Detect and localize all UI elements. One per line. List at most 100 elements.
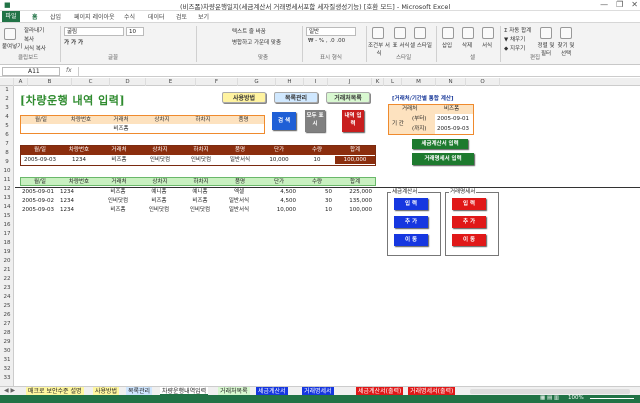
row-header-3[interactable]: 3 (0, 104, 14, 113)
row-header-33[interactable]: 33 (0, 374, 14, 383)
row-header-26[interactable]: 26 (0, 311, 14, 320)
row-header-10[interactable]: 10 (0, 167, 14, 176)
show-all-button[interactable]: 모두 표시 (305, 110, 325, 132)
row-header-12[interactable]: 12 (0, 185, 14, 194)
bold-icon[interactable]: 가 가 가 (64, 38, 83, 46)
tab-scroll-icon[interactable]: ◀ ▶ (4, 387, 15, 394)
insert-cells-icon[interactable] (442, 27, 454, 39)
list-management-button[interactable]: 목록관리 (274, 92, 318, 103)
close-icon[interactable]: ✕ (631, 0, 638, 9)
horizontal-scrollbar[interactable] (470, 389, 630, 394)
tax-input-button[interactable]: 입 력 (394, 198, 428, 210)
fill-button[interactable]: ▼ 채우기 (504, 35, 525, 43)
row-header-28[interactable]: 28 (0, 329, 14, 338)
column-header-E[interactable]: E (146, 78, 196, 86)
tax-move-button[interactable]: 이 동 (394, 234, 428, 246)
copy-button[interactable]: 복사 (24, 35, 34, 43)
row-header-14[interactable]: 14 (0, 203, 14, 212)
cut-button[interactable]: 잘라내기 (24, 26, 44, 34)
column-header-O[interactable]: O (466, 78, 500, 86)
row-header-2[interactable]: 2 (0, 95, 14, 104)
row-header-21[interactable]: 21 (0, 266, 14, 275)
tab-data[interactable]: 데이터 (148, 12, 165, 21)
font-size-select[interactable]: 10 (126, 27, 144, 36)
client-value[interactable]: 비즈폼 (444, 105, 459, 113)
sort-filter-icon[interactable] (540, 27, 552, 39)
from-date-value[interactable]: 2005-09-01 (437, 115, 469, 123)
trade-list-button[interactable]: 거래처목록 (326, 92, 370, 103)
row-header-15[interactable]: 15 (0, 212, 14, 221)
paste-button[interactable]: 붙여넣기 (2, 42, 22, 50)
paste-icon[interactable] (4, 28, 16, 40)
trade-add-button[interactable]: 추 가 (452, 216, 486, 228)
column-header-I[interactable]: I (304, 78, 328, 86)
fx-icon[interactable]: fx (66, 67, 72, 74)
tax-invoice-input-button[interactable]: 세금계산서 입력 (412, 139, 468, 149)
column-header-K[interactable]: K (372, 78, 384, 86)
row-header-4[interactable]: 4 (0, 113, 14, 122)
table-row[interactable]: 2005-09-03 1234 비즈폼 인비닷컴 인비닷컴 일반서식 10,000 10 100… (20, 206, 376, 215)
column-header-J[interactable]: J (328, 78, 372, 86)
name-box[interactable]: A11 (2, 67, 60, 76)
table-format-button[interactable]: 표 서식 (392, 41, 410, 49)
cell-styles-button[interactable]: 셀 스타일 (410, 41, 432, 49)
row-header-32[interactable]: 32 (0, 365, 14, 374)
insert-cells-button[interactable]: 삽입 (442, 41, 452, 49)
row-header-5[interactable]: 5 (0, 122, 14, 131)
row-header-31[interactable]: 31 (0, 356, 14, 365)
tab-home[interactable]: 홈 (32, 12, 38, 21)
delete-cells-button[interactable]: 삭제 (462, 41, 472, 49)
usage-button[interactable]: 사용방법 (222, 92, 266, 103)
row-header-11[interactable]: 11 (0, 176, 14, 185)
tab-file[interactable]: 파일 (2, 11, 20, 22)
column-header-N[interactable]: N (436, 78, 466, 86)
number-format-select[interactable]: 일반 (306, 27, 356, 36)
zoom-slider[interactable] (590, 398, 634, 399)
row-header-24[interactable]: 24 (0, 293, 14, 302)
row-header-7[interactable]: 7 (0, 140, 14, 149)
tax-add-button[interactable]: 추 가 (394, 216, 428, 228)
table-row[interactable]: 2005-09-01 1234 비즈폼 예니폼 예니폼 엑셀 4,500 50 225,000 (20, 188, 376, 197)
column-header-D[interactable]: D (110, 78, 146, 86)
trade-input-button[interactable]: 입 력 (452, 198, 486, 210)
column-header-L[interactable]: L (384, 78, 402, 86)
trade-move-button[interactable]: 이 동 (452, 234, 486, 246)
row-header-8[interactable]: 8 (0, 149, 14, 158)
to-date-value[interactable]: 2005-09-03 (437, 125, 469, 133)
restore-icon[interactable]: ❐ (616, 0, 623, 9)
tab-page-layout[interactable]: 페이지 레이아웃 (74, 12, 115, 21)
find-select-icon[interactable] (560, 27, 572, 39)
autosum-button[interactable]: Σ 자동 합계 (504, 26, 531, 34)
column-header-H[interactable]: H (276, 78, 304, 86)
cell-styles-icon[interactable] (414, 27, 426, 39)
tab-review[interactable]: 검토 (176, 12, 187, 21)
row-header-25[interactable]: 25 (0, 302, 14, 311)
column-header-M[interactable]: M (402, 78, 436, 86)
column-header-B[interactable]: B (28, 78, 72, 86)
row-header-23[interactable]: 23 (0, 284, 14, 293)
font-name-select[interactable]: 굴림 (64, 27, 124, 36)
find-select-button[interactable]: 찾기 및 선택 (556, 41, 576, 57)
row-header-22[interactable]: 22 (0, 275, 14, 284)
row-header-6[interactable]: 6 (0, 131, 14, 140)
column-header-G[interactable]: G (238, 78, 276, 86)
wrap-text-button[interactable]: 텍스트 줄 바꿈 (232, 27, 266, 35)
tab-view[interactable]: 보기 (198, 12, 209, 21)
minimize-icon[interactable]: — (600, 0, 608, 9)
tab-formulas[interactable]: 수식 (124, 12, 135, 21)
clear-button[interactable]: ◆ 지우기 (504, 44, 525, 52)
table-row[interactable]: 2005-09-02 1234 인비닷컴 비즈폼 비즈폼 일반서식 4,500 30 135,0… (20, 197, 376, 206)
row-header-19[interactable]: 19 (0, 248, 14, 257)
format-cells-button[interactable]: 서식 (482, 41, 492, 49)
search-button[interactable]: 검 색 (272, 112, 296, 130)
column-header-F[interactable]: F (196, 78, 238, 86)
format-cells-icon[interactable] (482, 27, 494, 39)
trade-statement-input-button[interactable]: 거래명세서 입력 (412, 153, 474, 165)
delete-cells-icon[interactable] (462, 27, 474, 39)
row-header-27[interactable]: 27 (0, 320, 14, 329)
tab-insert[interactable]: 삽입 (50, 12, 61, 21)
row-header-16[interactable]: 16 (0, 221, 14, 230)
row-header-30[interactable]: 30 (0, 347, 14, 356)
table-format-icon[interactable] (394, 27, 406, 39)
row-header-20[interactable]: 20 (0, 257, 14, 266)
